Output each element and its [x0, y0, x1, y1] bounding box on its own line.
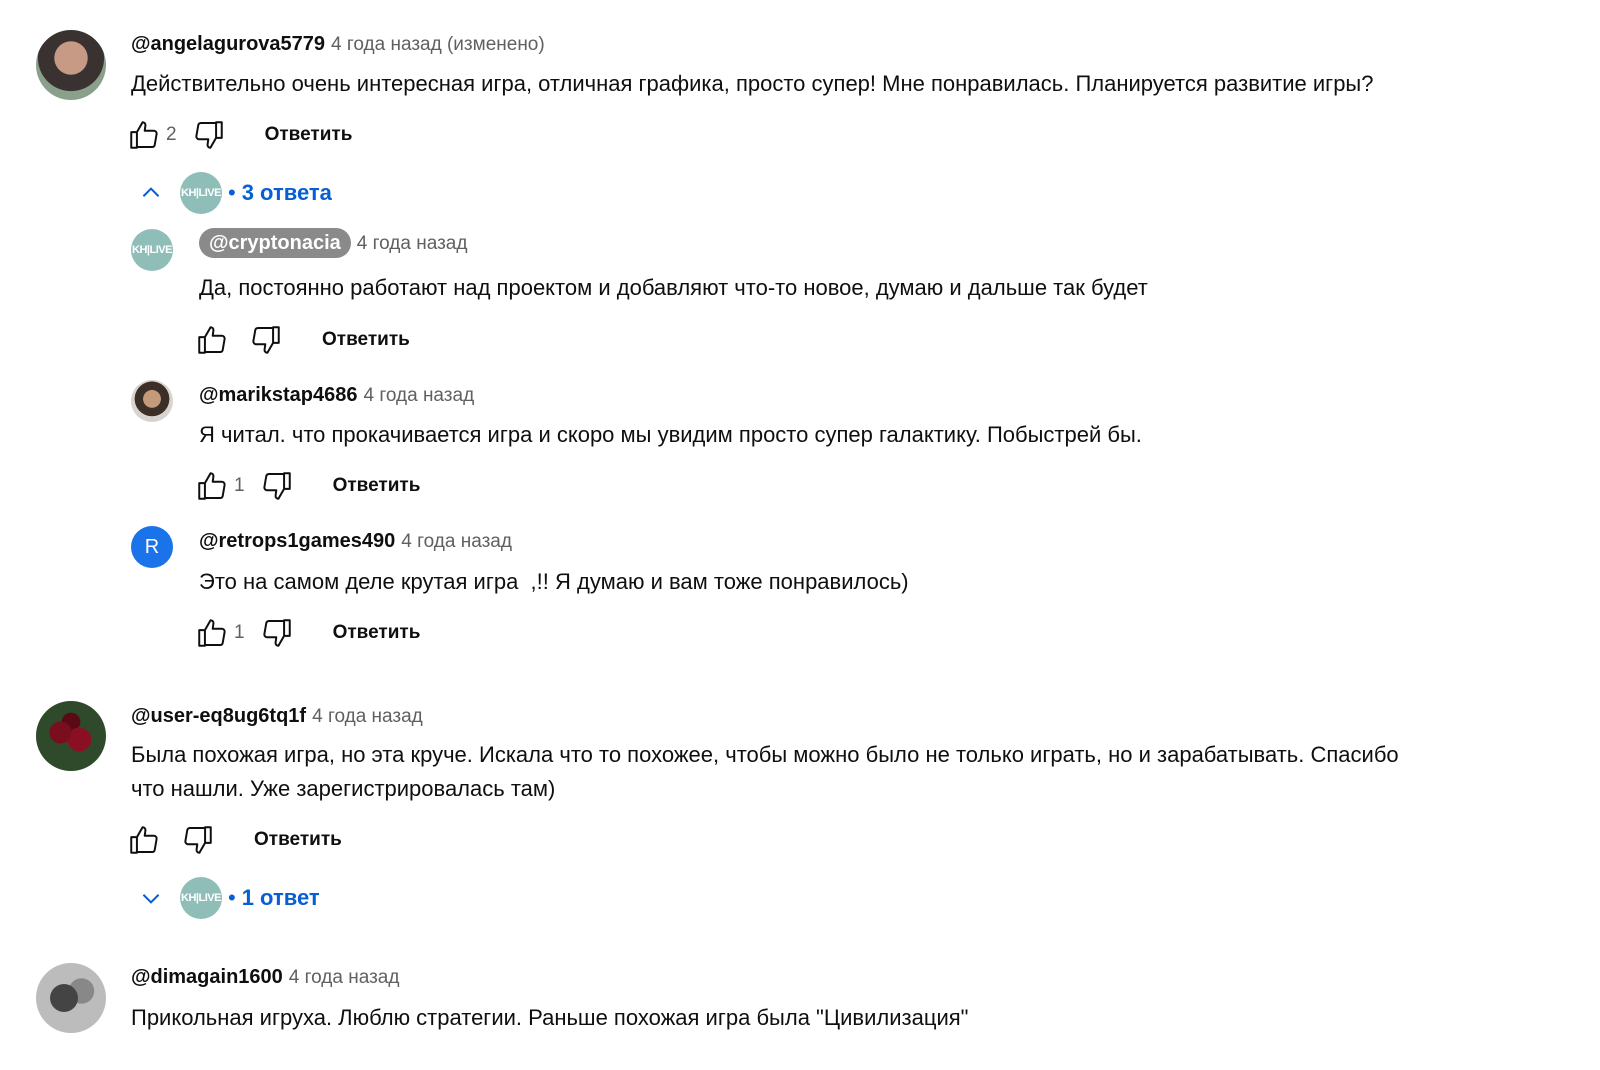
- comment-text: Действительно очень интересная игра, отл…: [131, 71, 1374, 96]
- dislike-icon[interactable]: [248, 322, 284, 358]
- avatar[interactable]: R: [131, 526, 173, 568]
- like-icon[interactable]: [194, 615, 230, 651]
- separator-dot: •: [228, 885, 236, 910]
- reply-header: @marikstap4686 4 года назад: [199, 384, 474, 407]
- reply-actions: Ответить: [194, 320, 410, 360]
- dislike-icon[interactable]: [180, 822, 216, 858]
- avatar[interactable]: KH|LIVE: [131, 229, 173, 271]
- comment-time[interactable]: 4 года назад (изменено): [331, 34, 545, 55]
- channel-logo: KH|LIVE: [180, 172, 222, 214]
- reply-actions: 1 Ответить: [194, 466, 420, 506]
- dislike-icon[interactable]: [191, 117, 227, 153]
- reply-text: Я читал. что прокачивается игра и скоро …: [199, 422, 1142, 447]
- replies-toggle[interactable]: KH|LIVE • 1 ответ: [138, 877, 320, 919]
- comment-author[interactable]: @user-eq8ug6tq1f: [131, 705, 306, 727]
- like-icon[interactable]: [194, 468, 230, 504]
- reply-time[interactable]: 4 года назад: [401, 531, 512, 552]
- like-icon[interactable]: [126, 822, 162, 858]
- comment-text: Прикольная игруха. Люблю стратегии. Рань…: [131, 1005, 969, 1030]
- reply-button[interactable]: Ответить: [265, 124, 353, 146]
- dislike-icon[interactable]: [259, 615, 295, 651]
- comment-actions: Ответить: [126, 820, 342, 860]
- avatar[interactable]: [36, 963, 106, 1033]
- reply-header: @cryptonacia 4 года назад: [199, 228, 468, 258]
- comment-time[interactable]: 4 года назад: [289, 967, 400, 988]
- comment-time[interactable]: 4 года назад: [312, 706, 423, 727]
- avatar[interactable]: [131, 380, 173, 422]
- comment-text-line: что нашли. Уже зарегистрировалась там): [131, 776, 556, 801]
- like-icon[interactable]: [194, 322, 230, 358]
- comment-header: @angelagurova5779 4 года назад (изменено): [131, 33, 545, 56]
- chevron-up-icon: [142, 187, 160, 197]
- reply-text: Это на самом деле крутая игра ,!! Я дума…: [199, 569, 909, 594]
- comment-header: @dimagain1600 4 года назад: [131, 966, 399, 989]
- replies-toggle[interactable]: KH|LIVE • 3 ответа: [138, 172, 332, 214]
- comment-header: @user-eq8ug6tq1f 4 года назад: [131, 705, 423, 728]
- like-count: 1: [234, 475, 245, 496]
- reply-header: @retrops1games490 4 года назад: [199, 530, 512, 553]
- reply-author[interactable]: @marikstap4686: [199, 384, 358, 406]
- like-count: 2: [166, 124, 177, 145]
- reply-author[interactable]: @retrops1games490: [199, 530, 395, 552]
- reply-button[interactable]: Ответить: [333, 622, 421, 644]
- comment-text: Была похожая игра, но эта круче. Искала …: [131, 738, 1399, 806]
- dislike-icon[interactable]: [259, 468, 295, 504]
- comment-text-line: Была похожая игра, но эта круче. Искала …: [131, 742, 1399, 767]
- reply-time[interactable]: 4 года назад: [357, 233, 468, 254]
- chevron-down-icon: [142, 894, 160, 904]
- comment-actions: 2 Ответить: [126, 115, 352, 155]
- comment-author[interactable]: @dimagain1600: [131, 966, 283, 988]
- reply-button[interactable]: Ответить: [254, 829, 342, 851]
- reply-time[interactable]: 4 года назад: [364, 385, 475, 406]
- reply-actions: 1 Ответить: [194, 613, 420, 653]
- reply-button[interactable]: Ответить: [322, 329, 410, 351]
- reply-button[interactable]: Ответить: [333, 475, 421, 497]
- reply-author-chip[interactable]: @cryptonacia: [199, 228, 351, 258]
- channel-logo: KH|LIVE: [180, 877, 222, 919]
- like-icon[interactable]: [126, 117, 162, 153]
- separator-dot: •: [228, 180, 236, 205]
- avatar[interactable]: [36, 30, 106, 100]
- replies-count-label: 3 ответа: [241, 180, 332, 205]
- like-count: 1: [234, 622, 245, 643]
- avatar[interactable]: [36, 701, 106, 771]
- replies-count-label: 1 ответ: [241, 885, 320, 910]
- reply-text: Да, постоянно работают над проектом и до…: [199, 275, 1148, 300]
- comment-author[interactable]: @angelagurova5779: [131, 33, 325, 55]
